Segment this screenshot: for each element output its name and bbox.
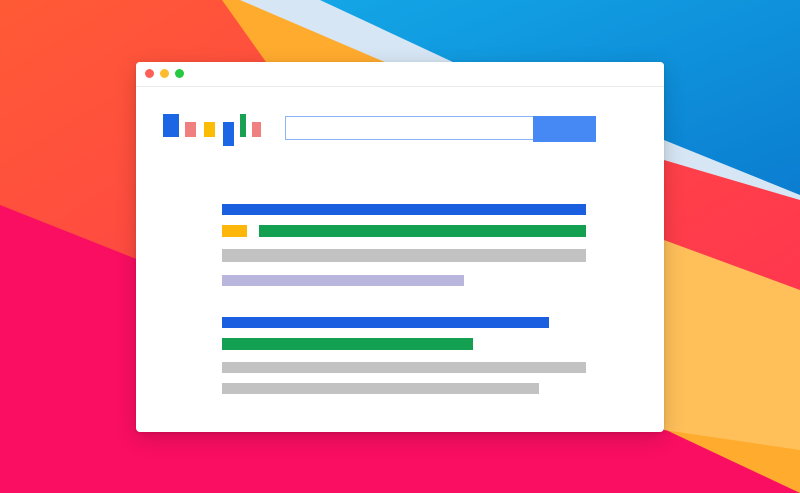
result-snippet	[222, 362, 586, 373]
logo-bar	[185, 122, 196, 137]
result-snippet	[222, 275, 464, 286]
result-snippet	[222, 249, 586, 262]
result-ad-badge	[222, 225, 247, 237]
logo-bar	[204, 122, 215, 137]
close-window-button[interactable]	[145, 69, 154, 78]
search-result	[222, 204, 602, 294]
search-input[interactable]	[285, 116, 533, 140]
result-url-link[interactable]	[259, 225, 586, 237]
browser-window	[136, 62, 664, 432]
search-results	[222, 204, 602, 404]
desktop	[0, 0, 800, 493]
result-title-link[interactable]	[222, 204, 586, 215]
search-result	[222, 317, 602, 397]
logo-bar	[163, 114, 179, 137]
window-titlebar[interactable]	[136, 62, 664, 87]
zoom-window-button[interactable]	[175, 69, 184, 78]
logo-bar	[240, 114, 246, 137]
result-title-link[interactable]	[222, 317, 549, 328]
result-url-link[interactable]	[222, 338, 473, 350]
logo-bar	[252, 122, 261, 137]
search-engine-logo[interactable]	[163, 114, 263, 148]
logo-bar	[223, 122, 234, 146]
search-button[interactable]	[533, 116, 596, 142]
result-snippet	[222, 383, 539, 394]
minimize-window-button[interactable]	[160, 69, 169, 78]
